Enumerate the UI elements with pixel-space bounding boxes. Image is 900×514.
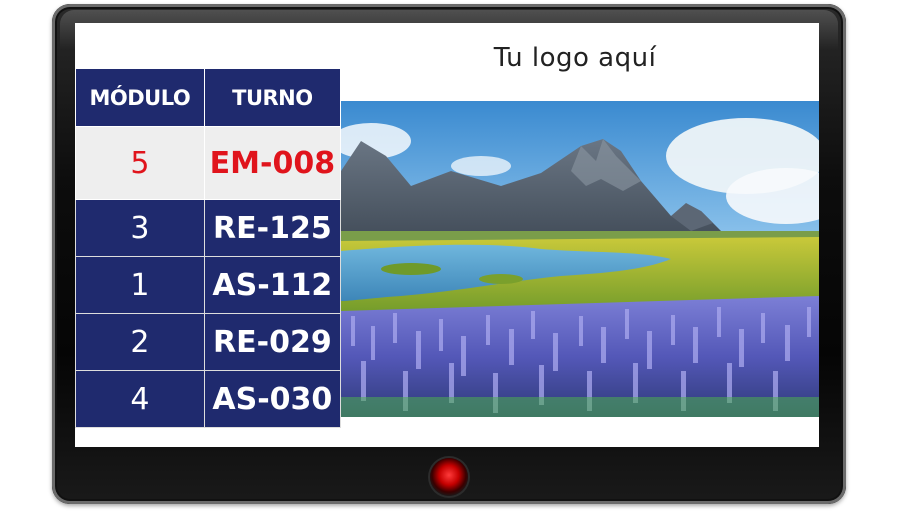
row-module: 3	[75, 199, 205, 257]
current-turn-row: 5 EM-008	[75, 126, 342, 200]
queue-table: MÓDULO TURNO 5 EM-008 3 RE-125 1 AS-112 …	[75, 68, 342, 428]
turn-column-header: TURNO	[203, 68, 342, 127]
current-turn: EM-008	[203, 126, 342, 200]
row-module: 1	[75, 256, 205, 314]
row-turn: AS-030	[203, 370, 342, 428]
tv-screen: Tu logo aquí MÓDULO TURNO 5 EM-008 3 RE-…	[75, 23, 819, 447]
row-module: 4	[75, 370, 205, 428]
row-turn: RE-029	[203, 313, 342, 371]
row-turn: RE-125	[203, 199, 342, 257]
table-row: 1 AS-112	[75, 256, 342, 314]
table-row: 2 RE-029	[75, 313, 342, 371]
row-module: 2	[75, 313, 205, 371]
table-row: 3 RE-125	[75, 199, 342, 257]
landscape-image	[341, 101, 819, 417]
module-column-header: MÓDULO	[75, 68, 205, 127]
queue-table-header: MÓDULO TURNO	[75, 68, 342, 127]
row-turn: AS-112	[203, 256, 342, 314]
table-row: 4 AS-030	[75, 370, 342, 428]
power-light-icon	[430, 458, 468, 496]
tv-display: Tu logo aquí MÓDULO TURNO 5 EM-008 3 RE-…	[0, 0, 900, 514]
logo-placeholder-text: Tu logo aquí	[493, 43, 657, 73]
current-module: 5	[75, 126, 205, 200]
